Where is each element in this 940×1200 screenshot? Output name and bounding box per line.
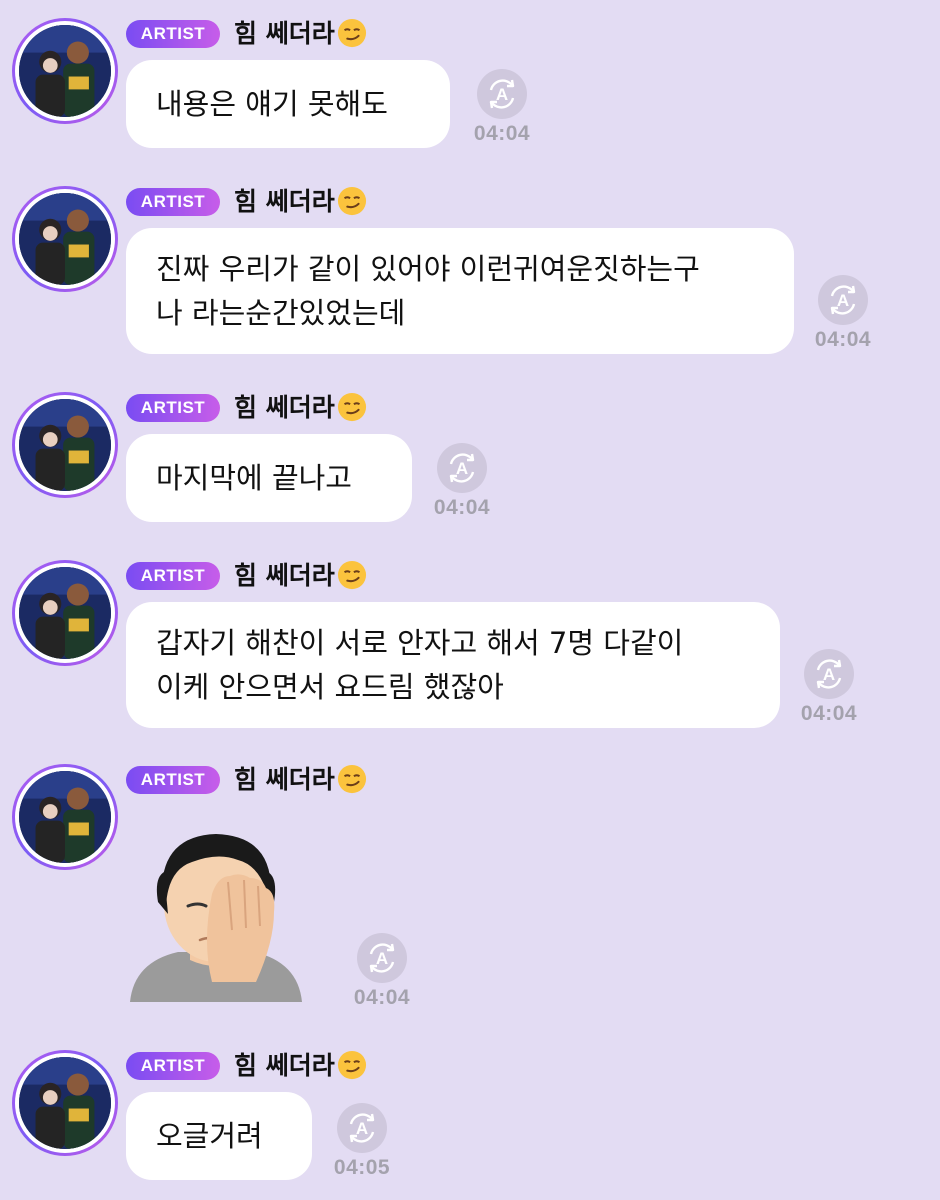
svg-text:A: A (356, 1119, 368, 1138)
artist-badge: ARTIST (126, 1052, 220, 1080)
avatar[interactable] (12, 764, 118, 870)
translate-icon[interactable]: A (356, 932, 408, 984)
message-text: 내용은 얘기 못해도 (156, 87, 388, 121)
message-bubble[interactable]: 내용은 얘기 못해도 (126, 60, 450, 148)
sender-name: 힘 쎄더라 (234, 1050, 367, 1082)
message-meta: A 04:04 (807, 274, 879, 352)
message-meta: A 04:05 (326, 1102, 398, 1180)
message-timestamp: 04:04 (473, 122, 531, 145)
artist-badge: ARTIST (126, 188, 220, 216)
translate-icon[interactable]: A (476, 68, 528, 120)
sender-name-text: 힘 쎄더라 (234, 1051, 335, 1080)
message-timestamp: 04:04 (433, 496, 491, 519)
avatar-photo (19, 193, 111, 285)
message-meta: A 04:04 (793, 648, 865, 726)
sender-name-text: 힘 쎄더라 (234, 561, 335, 590)
face-palm-emoji[interactable] (128, 822, 304, 1002)
sender-name: 힘 쎄더라 (234, 18, 367, 50)
avatar-photo (19, 25, 111, 117)
message-text-line: 이케 안으면서 요드림 했잖아 (156, 670, 504, 704)
sender-name: 힘 쎄더라 (234, 186, 367, 218)
smirking-face-emoji (337, 1050, 366, 1080)
message-timestamp: 04:05 (333, 1156, 391, 1179)
sender-name: 힘 쎄더라 (234, 392, 367, 424)
message-bubble[interactable]: 진짜 우리가 같이 있어야 이런귀여운짓하는구 나 라는순간있었는데 (126, 228, 794, 354)
translate-icon[interactable]: A (817, 274, 869, 326)
sender-name: 힘 쎄더라 (234, 560, 367, 592)
artist-badge: ARTIST (126, 394, 220, 422)
message-text: 마지막에 끝나고 (156, 461, 352, 495)
artist-badge: ARTIST (126, 562, 220, 590)
message-timestamp: 04:04 (353, 986, 411, 1009)
message-timestamp: 04:04 (814, 328, 872, 351)
translate-icon[interactable]: A (803, 648, 855, 700)
avatar-photo (19, 567, 111, 659)
smirking-face-emoji (337, 186, 366, 216)
translate-icon[interactable]: A (436, 442, 488, 494)
avatar-photo (19, 399, 111, 491)
smirking-face-emoji (337, 392, 366, 422)
svg-text:A: A (837, 291, 849, 310)
smirking-face-emoji (337, 18, 366, 48)
smirking-face-emoji (337, 764, 366, 794)
svg-text:A: A (456, 459, 468, 478)
message-text-line: 나 라는순간있었는데 (156, 296, 406, 330)
message-timestamp: 04:04 (800, 702, 858, 725)
message-meta: A 04:04 (466, 68, 538, 146)
smirking-face-emoji (337, 560, 366, 590)
avatar[interactable] (12, 392, 118, 498)
sender-name-text: 힘 쎄더라 (234, 393, 335, 422)
message-text-line: 진짜 우리가 같이 있어야 이런귀여운짓하는구 (156, 252, 700, 286)
message-text: 오글거려 (156, 1119, 263, 1153)
avatar-photo (19, 1057, 111, 1149)
sender-name-text: 힘 쎄더라 (234, 765, 335, 794)
sender-name-text: 힘 쎄더라 (234, 19, 335, 48)
avatar-photo (19, 771, 111, 863)
artist-badge: ARTIST (126, 766, 220, 794)
message-bubble[interactable]: 오글거려 (126, 1092, 312, 1180)
artist-badge: ARTIST (126, 20, 220, 48)
message-text-line: 갑자기 해찬이 서로 안자고 해서 7명 다같이 (156, 626, 684, 660)
sender-name: 힘 쎄더라 (234, 764, 367, 796)
sender-name-text: 힘 쎄더라 (234, 187, 335, 216)
avatar[interactable] (12, 18, 118, 124)
message-meta: A 04:04 (346, 932, 418, 1010)
avatar[interactable] (12, 186, 118, 292)
avatar[interactable] (12, 560, 118, 666)
svg-text:A: A (823, 665, 835, 684)
svg-text:A: A (376, 949, 388, 968)
message-meta: A 04:04 (426, 442, 498, 520)
message-bubble[interactable]: 마지막에 끝나고 (126, 434, 412, 522)
svg-text:A: A (496, 85, 508, 104)
avatar[interactable] (12, 1050, 118, 1156)
message-bubble[interactable]: 갑자기 해찬이 서로 안자고 해서 7명 다같이 이케 안으면서 요드림 했잖아 (126, 602, 780, 728)
translate-icon[interactable]: A (336, 1102, 388, 1154)
